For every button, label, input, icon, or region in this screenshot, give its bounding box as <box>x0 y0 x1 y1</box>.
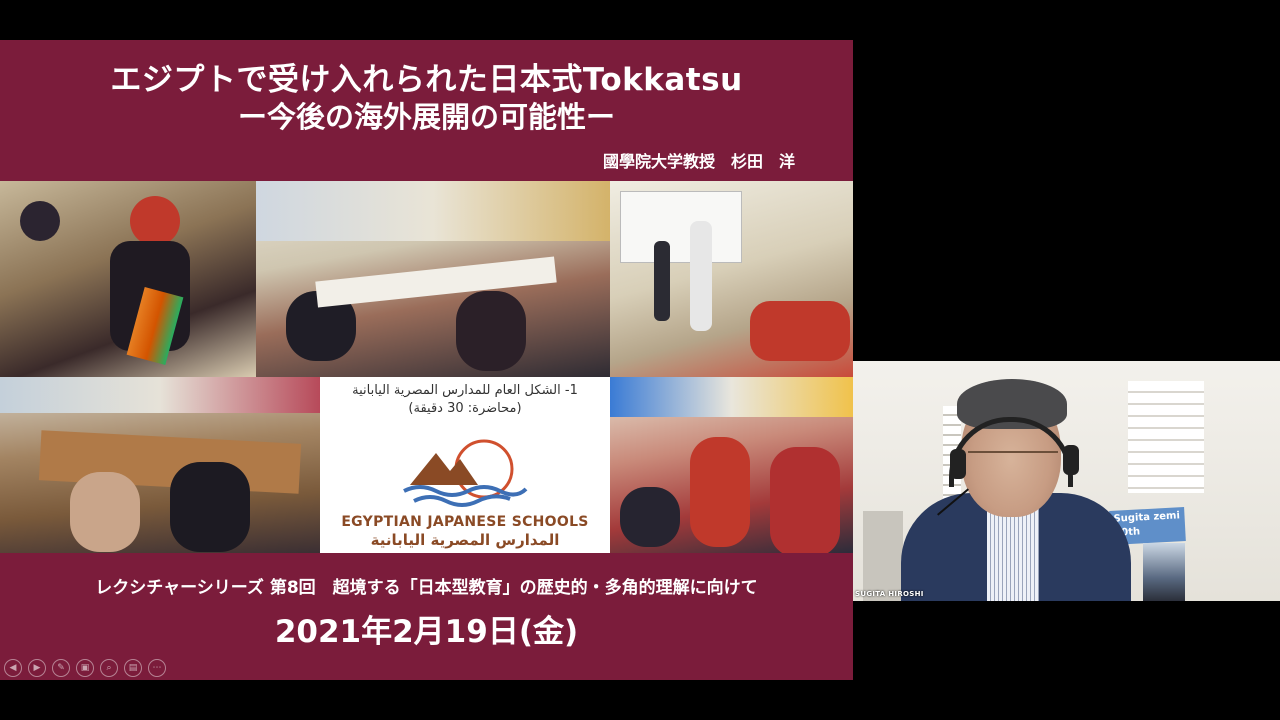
school-name-arabic: المدارس المصرية اليابانية <box>370 531 560 549</box>
arabic-heading: 1- الشكل العام للمدارس المصرية اليابانية <box>352 383 578 398</box>
arabic-duration: (محاضرة: 30 دقيقة) <box>408 401 522 416</box>
school-name-english: EGYPTIAN JAPANESE SCHOOLS <box>341 514 589 530</box>
classroom-photo-5 <box>610 377 853 553</box>
participant-video[interactable]: Sugita zemi 10th SUGITA HIROSHI <box>853 361 1280 601</box>
slide-author: 國學院大学教授 杉田 洋 <box>602 152 795 171</box>
headset-left-earcup <box>950 449 966 479</box>
chair <box>863 511 903 601</box>
prev-icon[interactable]: ◀ <box>4 659 22 677</box>
lecture-date: 2021年2月19日(金) <box>274 614 579 650</box>
subtitle-icon[interactable]: ▤ <box>124 659 142 677</box>
group-photo <box>1143 543 1185 601</box>
zoom-icon[interactable]: ⌕ <box>100 659 118 677</box>
more-icon[interactable]: ⋯ <box>148 659 166 677</box>
lecture-series-text: レクシチャーシリーズ 第8回 超境する「日本型教育」の歴史的・多角的理解に向けて <box>95 578 758 598</box>
school-logo-icon <box>403 439 528 507</box>
classroom-photo-4 <box>0 377 320 553</box>
classroom-photo-1 <box>0 181 256 377</box>
classroom-photo-2 <box>256 181 610 377</box>
slide-subtitle: ー今後の海外展開の可能性ー <box>237 100 615 134</box>
classroom-photo-3 <box>610 181 853 377</box>
next-icon[interactable]: ▶ <box>28 659 46 677</box>
slide-nav-toolbar: ◀ ▶ ✎ ▣ ⌕ ▤ ⋯ <box>4 659 166 677</box>
slide-title: エジプトで受け入れられた日本式Tokkatsu <box>110 62 743 98</box>
slides-icon[interactable]: ▣ <box>76 659 94 677</box>
wall-notes <box>1128 381 1204 493</box>
school-logo-panel: 1- الشكل العام للمدارس المصرية اليابانية… <box>320 377 610 553</box>
presentation-slide: エジプトで受け入れられた日本式Tokkatsu ー今後の海外展開の可能性ー 國學… <box>0 40 853 680</box>
headset-right-earcup <box>1063 445 1079 475</box>
participant-name: SUGITA HIROSHI <box>855 590 924 598</box>
pen-icon[interactable]: ✎ <box>52 659 70 677</box>
